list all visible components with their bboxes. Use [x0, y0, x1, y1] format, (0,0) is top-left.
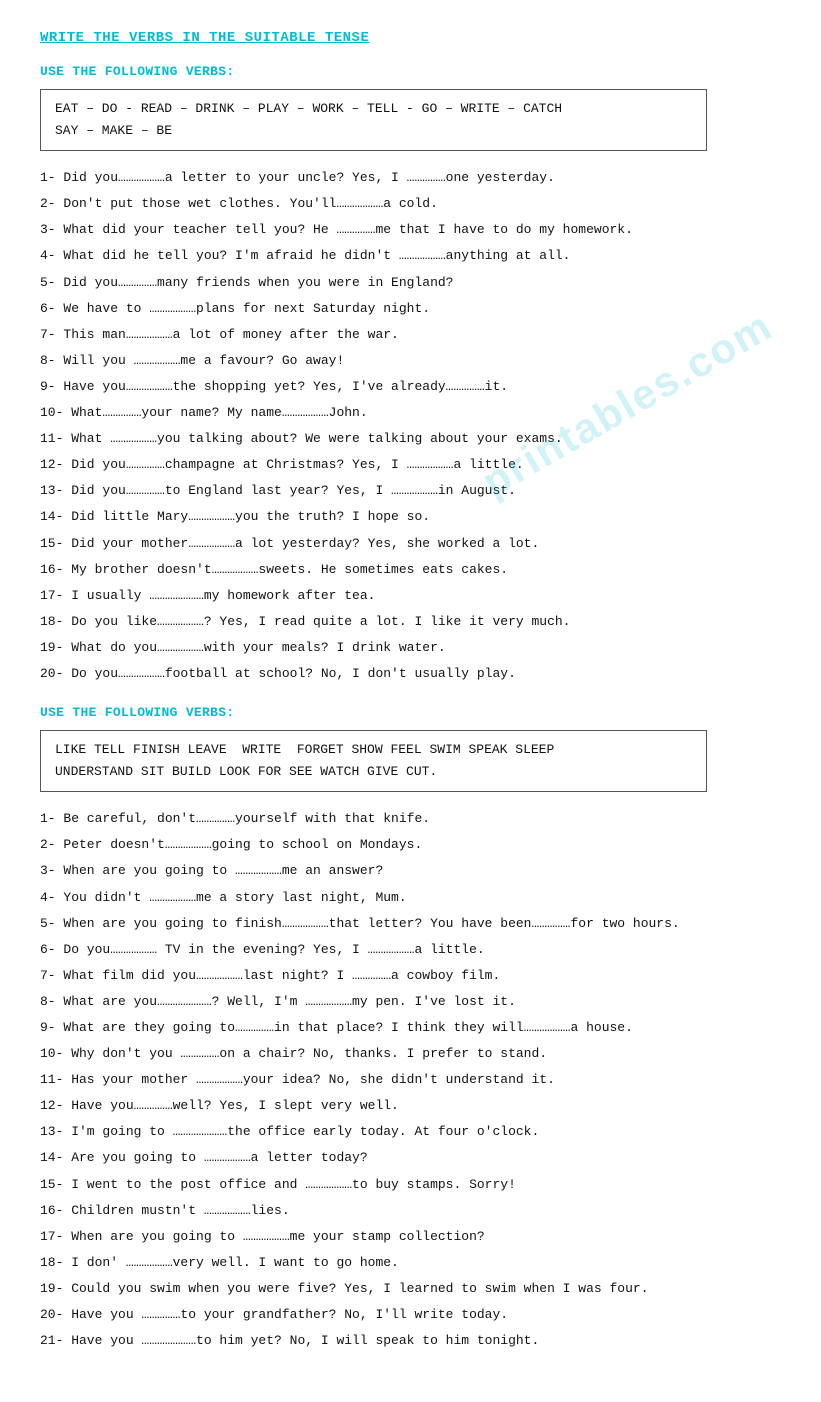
list-item: 3- What did your teacher tell you? He ………: [40, 219, 781, 241]
list-item: 13- Did you……………to England last year? Ye…: [40, 480, 781, 502]
list-item: 1- Did you………………a letter to your uncle? …: [40, 167, 781, 189]
list-item: 9- Have you………………the shopping yet? Yes, …: [40, 376, 781, 398]
list-item: 19- Could you swim when you were five? Y…: [40, 1278, 781, 1300]
list-item: 12- Have you……………well? Yes, I slept very…: [40, 1095, 781, 1117]
list-item: 18- Do you like………………? Yes, I read quite…: [40, 611, 781, 633]
list-item: 20- Have you ……………to your grandfather? N…: [40, 1304, 781, 1326]
section1-exercises: 1- Did you………………a letter to your uncle? …: [40, 167, 781, 685]
list-item: 21- Have you …………………to him yet? No, I wi…: [40, 1330, 781, 1352]
list-item: 10- What……………your name? My name………………Joh…: [40, 402, 781, 424]
list-item: 6- Do you……………… TV in the evening? Yes, …: [40, 939, 781, 961]
list-item: 19- What do you………………with your meals? I …: [40, 637, 781, 659]
list-item: 5- When are you going to finish………………tha…: [40, 913, 781, 935]
list-item: 18- I don' ………………very well. I want to go…: [40, 1252, 781, 1274]
list-item: 15- I went to the post office and …………………: [40, 1174, 781, 1196]
list-item: 13- I'm going to …………………the office early…: [40, 1121, 781, 1143]
list-item: 14- Are you going to ………………a letter toda…: [40, 1147, 781, 1169]
list-item: 4- What did he tell you? I'm afraid he d…: [40, 245, 781, 267]
list-item: 11- What ………………you talking about? We wer…: [40, 428, 781, 450]
section2-exercises: 1- Be careful, don't……………yourself with t…: [40, 808, 781, 1352]
list-item: 7- What film did you………………last night? I …: [40, 965, 781, 987]
section2-label: USE THE FOLLOWING VERBS:: [40, 705, 781, 720]
section1-verb-box: EAT – DO - READ – DRINK – PLAY – WORK – …: [40, 89, 707, 151]
list-item: 15- Did your mother………………a lot yesterday…: [40, 533, 781, 555]
list-item: 10- Why don't you ……………on a chair? No, t…: [40, 1043, 781, 1065]
list-item: 12- Did you……………champagne at Christmas? …: [40, 454, 781, 476]
list-item: 2- Don't put those wet clothes. You'll………: [40, 193, 781, 215]
list-item: 5- Did you……………many friends when you wer…: [40, 272, 781, 294]
section2-verb-box: LIKE TELL FINISH LEAVE WRITE FORGET SHOW…: [40, 730, 707, 792]
list-item: 11- Has your mother ………………your idea? No,…: [40, 1069, 781, 1091]
list-item: 2- Peter doesn't………………going to school on…: [40, 834, 781, 856]
list-item: 7- This man………………a lot of money after th…: [40, 324, 781, 346]
list-item: 17- I usually …………………my homework after t…: [40, 585, 781, 607]
list-item: 1- Be careful, don't……………yourself with t…: [40, 808, 781, 830]
page-title: WRITE THE VERBS IN THE SUITABLE TENSE: [40, 30, 781, 46]
section1-label: USE THE FOLLOWING VERBS:: [40, 64, 781, 79]
list-item: 17- When are you going to ………………me your …: [40, 1226, 781, 1248]
list-item: 8- What are you…………………? Well, I'm …………………: [40, 991, 781, 1013]
list-item: 16- My brother doesn't………………sweets. He s…: [40, 559, 781, 581]
list-item: 14- Did little Mary………………you the truth? …: [40, 506, 781, 528]
list-item: 3- When are you going to ………………me an ans…: [40, 860, 781, 882]
list-item: 20- Do you………………football at school? No, …: [40, 663, 781, 685]
list-item: 8- Will you ………………me a favour? Go away!: [40, 350, 781, 372]
list-item: 4- You didn't ………………me a story last nigh…: [40, 887, 781, 909]
list-item: 9- What are they going to……………in that pl…: [40, 1017, 781, 1039]
list-item: 16- Children mustn't ………………lies.: [40, 1200, 781, 1222]
list-item: 6- We have to ………………plans for next Satur…: [40, 298, 781, 320]
